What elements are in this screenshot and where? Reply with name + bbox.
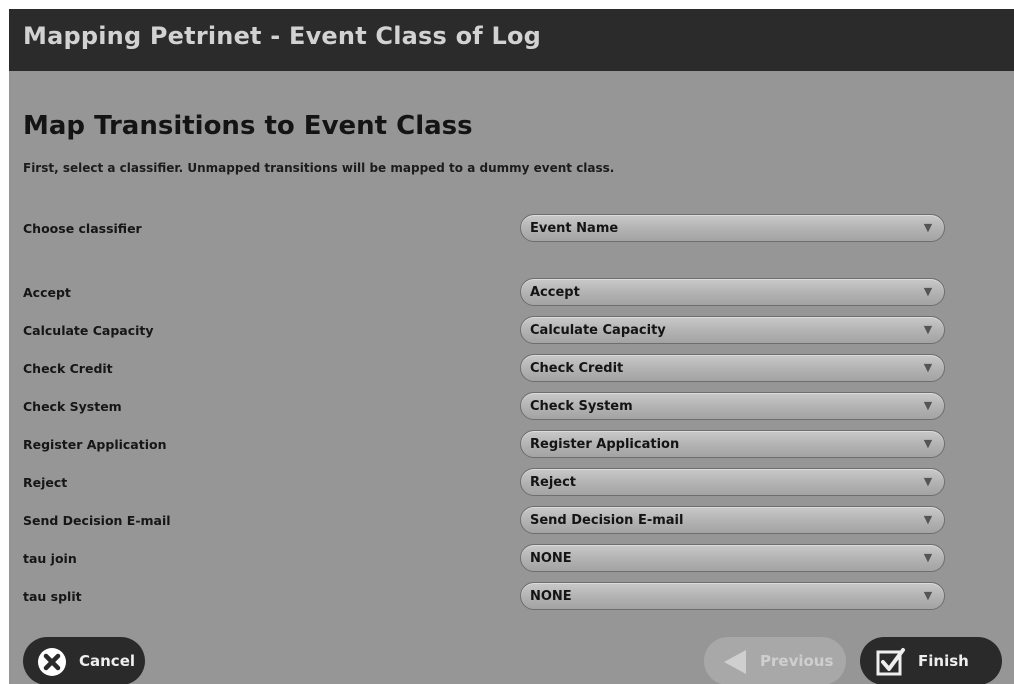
left-arrow-icon [724, 650, 746, 674]
dropdown-arrow-icon: ▼ [923, 551, 933, 564]
classifier-dropdown[interactable]: Event Name ▼ [520, 214, 945, 242]
event-class-dropdown[interactable]: NONE ▼ [520, 544, 945, 572]
checkbox-icon [876, 648, 905, 676]
dropdown-arrow-icon: ▼ [923, 285, 933, 298]
event-class-dropdown-value: NONE [530, 589, 572, 604]
event-class-dropdown-value: Register Application [530, 437, 680, 452]
title-bar: Mapping Petrinet - Event Class of Log [9, 9, 1014, 71]
classifier-label: Choose classifier [23, 221, 142, 236]
event-class-dropdown[interactable]: Calculate Capacity ▼ [520, 316, 945, 344]
dropdown-arrow-icon: ▼ [923, 399, 933, 412]
dropdown-arrow-icon: ▼ [923, 589, 933, 602]
event-class-dropdown[interactable]: Accept ▼ [520, 278, 945, 306]
event-class-dropdown[interactable]: Register Application ▼ [520, 430, 945, 458]
transition-label: Accept [23, 285, 71, 300]
event-class-dropdown-value: Check System [530, 399, 633, 414]
event-class-dropdown[interactable]: Check Credit ▼ [520, 354, 945, 382]
previous-button-label: Previous [760, 652, 834, 670]
transition-label: Send Decision E-mail [23, 513, 171, 528]
x-icon [38, 648, 66, 676]
event-class-dropdown-value: Reject [530, 475, 577, 490]
dropdown-arrow-icon: ▼ [923, 361, 933, 374]
transition-label: Calculate Capacity [23, 323, 154, 338]
dropdown-arrow-icon: ▼ [923, 437, 933, 450]
transition-label: tau join [23, 551, 77, 566]
transition-label: Check Credit [23, 361, 113, 376]
event-class-dropdown-value: Send Decision E-mail [530, 513, 684, 528]
window-title: Mapping Petrinet - Event Class of Log [23, 22, 542, 50]
cancel-button-label: Cancel [79, 652, 136, 670]
finish-button-label: Finish [918, 652, 969, 670]
event-class-dropdown[interactable]: Reject ▼ [520, 468, 945, 496]
dropdown-arrow-icon: ▼ [923, 475, 933, 488]
event-class-dropdown[interactable]: NONE ▼ [520, 582, 945, 610]
event-class-dropdown-value: Check Credit [530, 361, 624, 376]
page-heading: Map Transitions to Event Class [23, 111, 473, 141]
event-class-dropdown[interactable]: Send Decision E-mail ▼ [520, 506, 945, 534]
dropdown-arrow-icon: ▼ [923, 221, 933, 234]
mapping-dialog: Mapping Petrinet - Event Class of Log Ma… [9, 9, 1014, 684]
cancel-button[interactable]: Cancel [23, 637, 145, 684]
transition-label: Register Application [23, 437, 167, 452]
dropdown-arrow-icon: ▼ [923, 513, 933, 526]
transition-label: Check System [23, 399, 122, 414]
transition-label: tau split [23, 589, 82, 604]
classifier-dropdown-value: Event Name [530, 221, 619, 236]
previous-button[interactable]: Previous [704, 637, 846, 684]
event-class-dropdown-value: Calculate Capacity [530, 323, 666, 338]
event-class-dropdown-value: Accept [530, 285, 580, 300]
dropdown-arrow-icon: ▼ [923, 323, 933, 336]
event-class-dropdown-value: NONE [530, 551, 572, 566]
event-class-dropdown[interactable]: Check System ▼ [520, 392, 945, 420]
finish-button[interactable]: Finish [860, 637, 1002, 684]
transition-label: Reject [23, 475, 68, 490]
page-subtitle: First, select a classifier. Unmapped tra… [23, 161, 615, 175]
